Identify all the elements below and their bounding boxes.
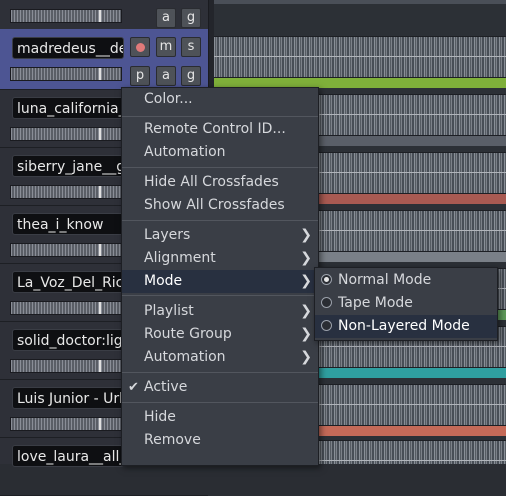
menu-item-alignment[interactable]: Alignment ❯ [122, 247, 318, 270]
menu-item-label: Color... [144, 91, 193, 107]
checkmark-icon: ✔ [128, 380, 139, 395]
menu-item-automation-top[interactable]: Automation [122, 141, 318, 164]
submenu-item-tape-mode[interactable]: Tape Mode [315, 292, 497, 315]
track-name-field[interactable]: luna_california_ [12, 97, 124, 119]
solo-button[interactable]: s [181, 37, 201, 57]
menu-item-label: Hide [144, 409, 176, 425]
menu-separator [122, 402, 318, 403]
menu-item-label: Alignment [144, 250, 216, 266]
menu-item-label: Remove [144, 432, 201, 448]
track-header-selected[interactable]: madredeus__de m s p a g [0, 29, 208, 90]
gain-fader[interactable] [10, 417, 122, 431]
menu-item-automation[interactable]: Automation ❯ [122, 346, 318, 369]
chevron-right-icon: ❯ [300, 250, 312, 266]
track-name-field[interactable]: La_Voz_Del_Ric [12, 271, 124, 293]
audio-region-waveform[interactable] [214, 36, 506, 78]
submenu-item-normal-mode[interactable]: Normal Mode [315, 269, 497, 292]
track-header[interactable]: a g [0, 0, 208, 30]
track-name-field[interactable]: solid_doctor:lig [12, 329, 124, 351]
menu-item-label: Hide All Crossfades [144, 174, 279, 190]
menu-item-mode[interactable]: Mode ❯ [122, 270, 318, 293]
chevron-right-icon: ❯ [300, 273, 312, 289]
track-name-field[interactable]: thea_i_know [12, 213, 124, 235]
menu-item-label: Playlist [144, 303, 194, 319]
radio-icon [321, 297, 332, 308]
track-name-field[interactable]: Luis Junior - Urb [12, 387, 124, 409]
region-name-bar[interactable] [214, 0, 506, 4]
track-context-menu: Color... Remote Control ID... Automation… [121, 87, 319, 466]
menu-separator [122, 116, 318, 117]
gain-fader[interactable] [10, 127, 122, 141]
chevron-right-icon: ❯ [300, 349, 312, 365]
chevron-right-icon: ❯ [300, 303, 312, 319]
mode-submenu: Normal Mode Tape Mode Non-Layered Mode [314, 267, 498, 341]
gain-fader[interactable] [10, 243, 122, 257]
menu-separator [122, 372, 318, 373]
menu-item-label: Route Group [144, 326, 232, 342]
submenu-item-non-layered-mode[interactable]: Non-Layered Mode [315, 315, 497, 338]
menu-item-color[interactable]: Color... [122, 88, 318, 111]
menu-item-label: Automation [144, 144, 226, 160]
radio-selected-icon [321, 274, 332, 285]
group-button[interactable]: g [181, 66, 201, 86]
gain-fader[interactable] [10, 67, 122, 81]
menu-item-playlist[interactable]: Playlist ❯ [122, 300, 318, 323]
menu-item-hide-all-crossfades[interactable]: Hide All Crossfades [122, 171, 318, 194]
record-icon [136, 43, 145, 52]
menu-item-label: Automation [144, 349, 226, 365]
submenu-item-label: Tape Mode [338, 295, 413, 311]
menu-separator [122, 220, 318, 221]
radio-icon [321, 320, 332, 331]
chevron-right-icon: ❯ [300, 227, 312, 243]
menu-item-hide[interactable]: Hide [122, 406, 318, 429]
menu-item-remote-control-id[interactable]: Remote Control ID... [122, 118, 318, 141]
menu-item-label: Remote Control ID... [144, 121, 286, 137]
menu-item-remove[interactable]: Remove [122, 429, 318, 452]
automation-button[interactable]: a [156, 66, 176, 86]
gain-fader[interactable] [10, 359, 122, 373]
gain-fader[interactable] [10, 9, 122, 23]
gain-fader[interactable] [10, 301, 122, 315]
chevron-right-icon: ❯ [300, 326, 312, 342]
menu-item-label: Active [144, 379, 188, 395]
track-name-field[interactable]: siberry_jane__g [12, 155, 124, 177]
menu-item-active[interactable]: ✔ Active [122, 376, 318, 399]
submenu-item-label: Non-Layered Mode [338, 318, 470, 334]
automation-button[interactable]: a [156, 8, 176, 28]
record-button[interactable] [130, 37, 150, 57]
menu-item-route-group[interactable]: Route Group ❯ [122, 323, 318, 346]
playlist-group-button[interactable]: g [181, 8, 201, 28]
playlist-button[interactable]: p [130, 66, 150, 86]
submenu-item-label: Normal Mode [338, 272, 432, 288]
mute-button[interactable]: m [156, 37, 176, 57]
menu-item-layers[interactable]: Layers ❯ [122, 224, 318, 247]
menu-item-label: Show All Crossfades [144, 197, 285, 213]
track-name-field[interactable]: madredeus__de [12, 37, 124, 59]
menu-separator [122, 295, 318, 296]
editor-window: a g madredeus__de m s p a g luna_califor… [0, 0, 506, 496]
gain-fader[interactable] [10, 185, 122, 199]
menu-separator [122, 167, 318, 168]
menu-item-show-all-crossfades[interactable]: Show All Crossfades [122, 194, 318, 217]
menu-item-label: Layers [144, 227, 191, 243]
menu-item-label: Mode [144, 273, 183, 289]
